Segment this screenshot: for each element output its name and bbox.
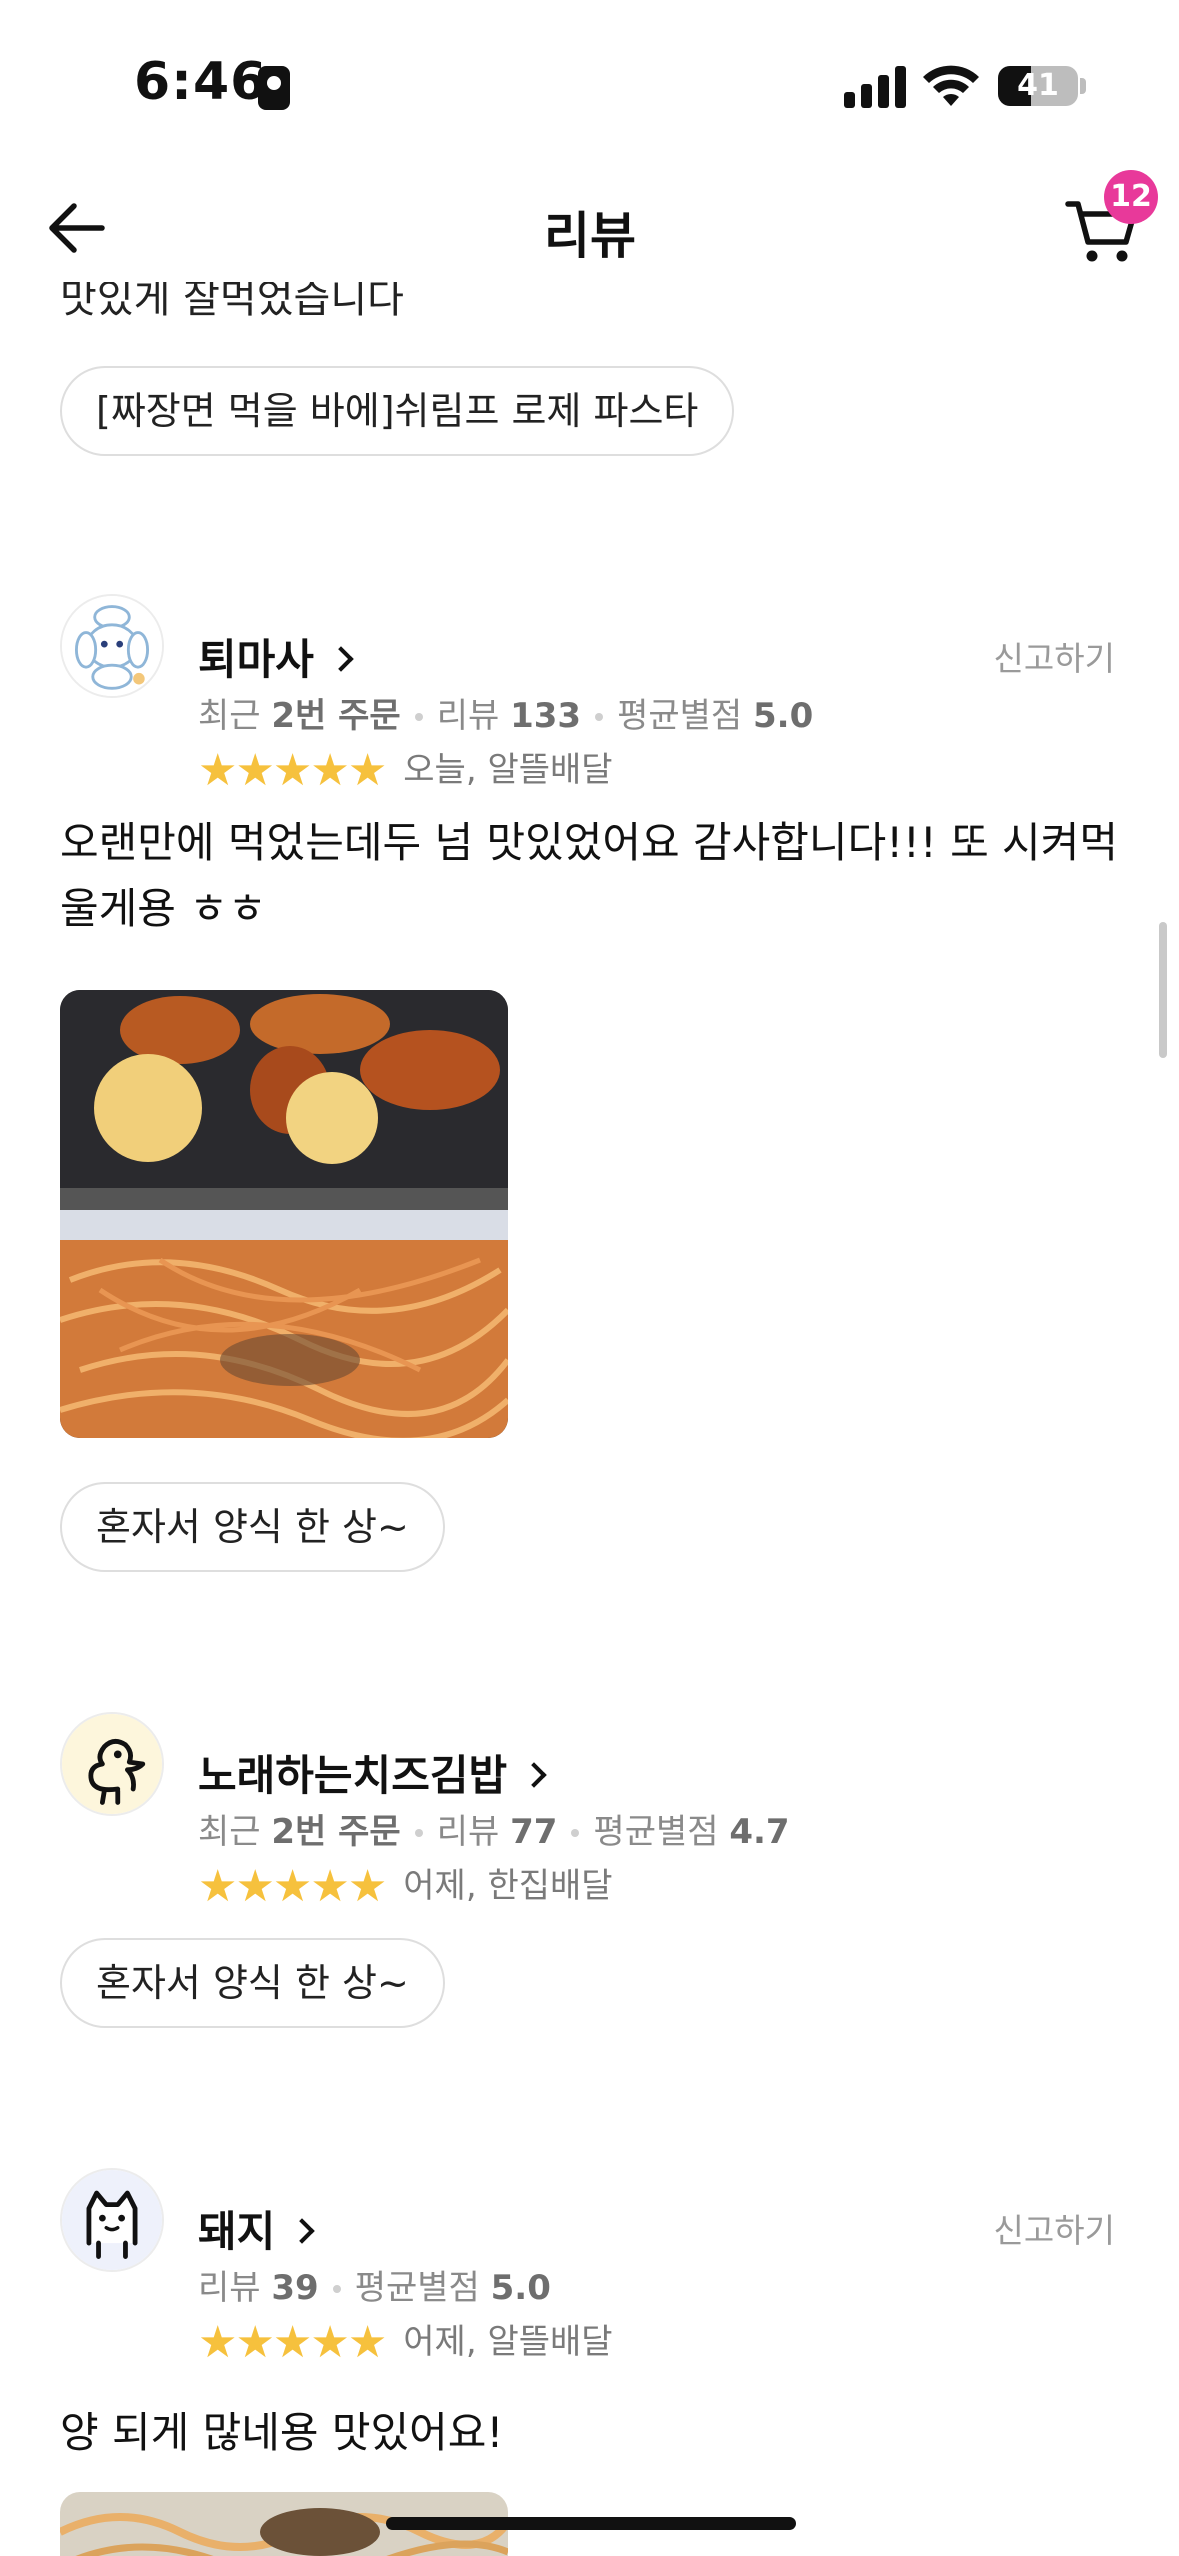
status-time: 6:46 [134, 52, 268, 112]
cellular-signal-icon [844, 64, 906, 108]
review-date-meta: 어제, 알뜰배달 [403, 2322, 613, 2362]
menu-chip[interactable]: 혼자서 양식 한 상~ [60, 1482, 445, 1572]
star-rating: ★★★★★ [198, 1865, 387, 1909]
review-text: 맛있게 잘먹었습니다 [60, 282, 404, 322]
chef-puppy-avatar-icon[interactable] [60, 594, 164, 698]
star-icon: ★ [235, 1861, 275, 1912]
star-icon: ★ [310, 1861, 350, 1912]
reviewer-nickname[interactable]: 노래하는치즈김밥 [198, 1742, 547, 1803]
review-text: 양 되게 많네용 맛있어요! [60, 2408, 504, 2457]
star-icon: ★ [347, 745, 388, 796]
cat-avatar-icon[interactable] [60, 2168, 164, 2272]
reviewer-stats: 최근 2번 주문 리뷰 133 평균별점 5.0 [198, 696, 814, 736]
star-icon: ★ [272, 745, 313, 796]
page-title: 리뷰 [544, 207, 636, 265]
chevron-right-icon [289, 2218, 316, 2244]
rating-row: ★★★★★ 어제, 한집배달 [198, 1862, 613, 1909]
wifi-icon [923, 65, 979, 106]
reviewer-stats: 최근 2번 주문 리뷰 77 평균별점 4.7 [198, 1812, 790, 1852]
home-indicator[interactable] [386, 2517, 796, 2530]
star-icon: ★ [272, 1861, 313, 1912]
star-icon: ★ [272, 2317, 313, 2368]
scrollbar[interactable] [1159, 922, 1167, 1058]
star-icon: ★ [347, 2317, 388, 2368]
star-rating: ★★★★★ [198, 749, 387, 793]
star-icon: ★ [235, 2317, 275, 2368]
portrait-lock-icon [258, 66, 290, 110]
review-date-meta: 어제, 한집배달 [403, 1866, 613, 1906]
battery-icon: 41 [998, 66, 1078, 106]
cart-count-badge: 12 [1104, 170, 1158, 224]
chevron-right-icon [521, 1762, 547, 1788]
star-icon: ★ [198, 745, 238, 796]
battery-cap [1080, 78, 1086, 94]
report-button[interactable]: 신고하기 [994, 2204, 1115, 2252]
duck-avatar-icon[interactable] [60, 1712, 164, 1816]
review-text: 오랜만에 먹었는데두 넘 맛있었어요 감사합니다!!! 또 시켜먹울게용 ㅎㅎ [60, 818, 1118, 933]
review-date-meta: 오늘, 알뜰배달 [403, 750, 613, 790]
star-icon: ★ [310, 745, 350, 796]
menu-chip[interactable]: [짜장면 먹을 바에]쉬림프 로제 파스타 [60, 366, 735, 456]
back-arrow-icon[interactable] [44, 196, 108, 260]
chevron-right-icon [328, 646, 354, 672]
reviewer-stats: 리뷰 39 평균별점 5.0 [198, 2268, 551, 2308]
menu-chip[interactable]: 혼자서 양식 한 상~ [60, 1938, 445, 2028]
star-rating: ★★★★★ [198, 2321, 387, 2365]
rating-row: ★★★★★ 오늘, 알뜰배달 [198, 746, 613, 793]
battery-level: 41 [1017, 68, 1059, 103]
star-icon: ★ [198, 1861, 238, 1912]
reviewer-nickname[interactable]: 퇴마사 [198, 626, 354, 687]
review-list[interactable]: 맛있게 잘먹었습니다 [짜장면 먹을 바에]쉬림프 로제 파스타 퇴마사 신고하… [0, 282, 1179, 2556]
star-icon: ★ [310, 2317, 350, 2368]
star-icon: ★ [235, 745, 275, 796]
reviewer-nickname[interactable]: 돼지 [198, 2198, 316, 2259]
rating-row: ★★★★★ 어제, 알뜰배달 [198, 2318, 613, 2365]
review-photo[interactable] [60, 990, 508, 1438]
star-icon: ★ [347, 1861, 388, 1912]
report-button[interactable]: 신고하기 [994, 632, 1115, 680]
star-icon: ★ [198, 2317, 238, 2368]
